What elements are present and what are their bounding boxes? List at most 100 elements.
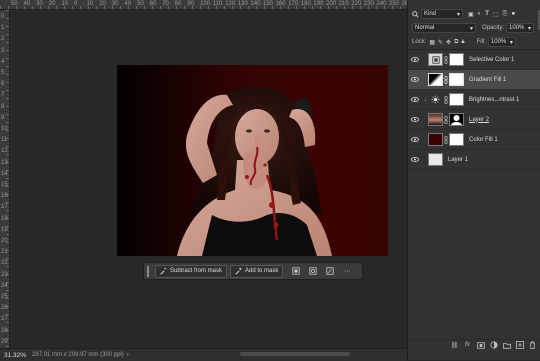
ruler-tick-label: 21 <box>1 249 8 256</box>
link-layers-icon[interactable]: ⛓︎ <box>450 341 459 350</box>
layer-name[interactable]: Layer 1 <box>448 157 468 163</box>
ruler-tick-label: 110 <box>212 1 223 7</box>
layer-row-selective-color[interactable]: Selective Color 1 <box>408 50 540 70</box>
mask-feather-icon <box>326 267 334 275</box>
ruler-tick-label: 160 <box>275 1 286 7</box>
filter-adjustment-icon[interactable]: ◐ <box>478 11 482 17</box>
visibility-eye-icon[interactable] <box>408 117 422 122</box>
layer-mask-thumbnail[interactable] <box>449 133 464 146</box>
ruler-tick-label: 18 <box>1 215 8 222</box>
layer-row-gradient-fill[interactable]: Gradient Fill 1 <box>408 70 540 90</box>
fill-value: 100% <box>490 39 507 45</box>
adjustment-layer-icon[interactable] <box>489 341 498 350</box>
more-options-button[interactable]: ··· <box>340 266 354 277</box>
adjustment-thumbnail[interactable] <box>428 93 443 106</box>
ruler-tick-label: 40 <box>23 1 31 7</box>
ruler-tick-label: 20 <box>99 1 106 7</box>
blend-mode-value: Normal <box>415 25 435 31</box>
visibility-eye-icon[interactable] <box>408 77 422 82</box>
layer-name[interactable]: Layer 2 <box>469 117 489 123</box>
opacity-label: Opacity: <box>482 25 505 31</box>
refine-mask-button[interactable] <box>306 266 320 277</box>
ruler-tick-label: 150 <box>263 1 274 7</box>
layer-row-color-fill[interactable]: Color Fill 1 <box>408 130 540 150</box>
ruler-tick-label: 8 <box>1 103 5 110</box>
ruler-tick-label: 12 <box>1 148 8 155</box>
add-to-mask-label: Add to mask <box>245 268 279 274</box>
visibility-eye-icon[interactable] <box>408 137 422 142</box>
layer-mask-thumbnail[interactable] <box>449 53 464 66</box>
ruler-tick-label: 130 <box>237 1 248 7</box>
lock-position-icon[interactable]: ✥ <box>446 39 451 46</box>
document-image[interactable] <box>117 65 388 256</box>
gradient-thumbnail[interactable] <box>428 73 443 86</box>
left-ruler[interactable]: 0 1 2 3 4 5 6 7 8 9 10 11 12 13 14 15 16 17 18 19 20 21 22 23 24… <box>0 10 10 348</box>
layer-thumbnail[interactable] <box>428 153 443 166</box>
brush-plus-icon <box>235 267 242 275</box>
color-fill-thumbnail[interactable] <box>428 133 443 146</box>
filter-type-icon[interactable]: T <box>485 11 489 17</box>
lock-all-icon[interactable]: 🔒︎ <box>461 39 464 46</box>
invert-mask-button[interactable] <box>289 266 303 277</box>
layer-row-brightness-contrast[interactable]: ↓ Brightnes...ntrast 1 <box>408 90 540 110</box>
silhouette-mask-icon <box>451 115 462 125</box>
layers-list: Selective Color 1 Gradient Fill 1 ↓ Brig… <box>408 50 540 170</box>
blend-mode-select[interactable]: Normal ▾ <box>412 23 476 33</box>
brush-minus-icon <box>160 267 167 275</box>
visibility-eye-icon[interactable] <box>408 97 422 102</box>
top-ruler[interactable]: 50 40 30 20 10 0 10 20 30 40 50 60 70 80 90 100 110 120 13… <box>0 0 412 10</box>
ruler-tick-label: 23 <box>1 271 8 278</box>
filter-smart-object-icon[interactable]: ⎘ <box>503 11 508 18</box>
layer-name[interactable]: Selective Color 1 <box>469 57 514 63</box>
layer-mask-thumbnail[interactable] <box>449 93 464 106</box>
layer-name[interactable]: Brightnes...ntrast 1 <box>469 97 519 103</box>
filter-row: Kind ▾ ▣ ◐ T ⬚ ⎘ ● <box>408 9 540 19</box>
new-group-icon[interactable] <box>502 341 511 350</box>
ruler-tick-label: 230 <box>363 1 374 7</box>
delete-layer-icon[interactable] <box>528 341 537 350</box>
add-to-mask-button[interactable]: Add to mask <box>230 264 284 278</box>
visibility-eye-icon[interactable] <box>408 57 422 62</box>
lock-pixels-icon[interactable]: ✎ <box>438 39 443 46</box>
ruler-tick-label: 19 <box>1 226 8 233</box>
new-layer-icon[interactable] <box>515 341 524 350</box>
ruler-tick-label: 30 <box>36 1 43 7</box>
ruler-tick-label: 210 <box>338 1 349 7</box>
horizontal-scrollbar[interactable] <box>240 352 350 356</box>
visibility-eye-icon[interactable] <box>408 157 422 162</box>
layer-name[interactable]: Gradient Fill 1 <box>469 77 506 83</box>
contextual-task-bar: Subtract from mask Add to mask ··· <box>143 262 363 280</box>
ruler-tick-label: 26 <box>1 305 8 312</box>
ruler-tick-label: 50 <box>11 1 18 7</box>
filter-pixel-icon[interactable]: ▣ <box>468 11 474 18</box>
ruler-tick-label: 20 <box>1 238 8 244</box>
ruler-tick-label: 120 <box>225 1 236 7</box>
layer-mask-thumbnail[interactable] <box>449 73 464 86</box>
zoom-level[interactable]: 31.32% <box>4 352 26 359</box>
filter-kind-select[interactable]: Kind ▾ <box>421 9 463 19</box>
lock-artboard-icon[interactable]: ⧉ <box>454 39 458 46</box>
filter-shape-icon[interactable]: ⬚ <box>493 11 499 18</box>
subtract-from-mask-button[interactable]: Subtract from mask <box>155 264 228 278</box>
filter-kind-value: Kind <box>424 11 437 17</box>
adjustment-thumbnail[interactable] <box>428 53 443 66</box>
feather-mask-button[interactable] <box>323 266 337 277</box>
fill-field[interactable]: 100% ▾ <box>487 37 516 47</box>
layer-name[interactable]: Color Fill 1 <box>469 137 498 143</box>
mask-refine-icon <box>309 267 317 275</box>
photo-thumbnail[interactable] <box>428 113 443 126</box>
drag-handle[interactable] <box>147 265 149 277</box>
status-arrow[interactable]: › <box>127 352 129 358</box>
filter-toggle-icon[interactable]: ● <box>511 11 515 17</box>
layer-mask-thumbnail[interactable] <box>449 113 464 126</box>
layer-row-layer-2[interactable]: Layer 2 <box>408 110 540 130</box>
fx-icon[interactable]: fx <box>463 341 472 350</box>
add-mask-icon[interactable] <box>476 341 485 350</box>
ruler-tick-label: 80 <box>174 1 182 7</box>
opacity-field[interactable]: 100% ▾ <box>506 23 535 33</box>
layer-row-layer-1[interactable]: Layer 1 <box>408 150 540 170</box>
ruler-tick-label: 40 <box>124 1 132 7</box>
lock-transparency-icon[interactable]: ▦ <box>429 39 435 46</box>
ruler-tick-label: 180 <box>300 1 311 7</box>
ruler-tick-label: 27 <box>1 316 8 323</box>
